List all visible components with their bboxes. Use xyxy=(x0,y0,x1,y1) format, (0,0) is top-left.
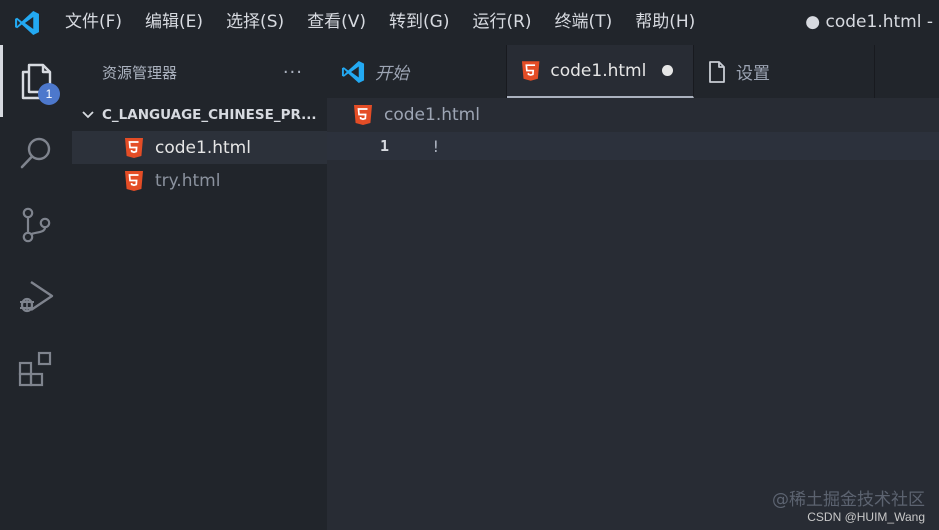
watermark-juejin: @稀土掘金技术社区 xyxy=(772,490,925,510)
tab-label: 开始 xyxy=(375,64,409,84)
sidebar-title: 资源管理器 xyxy=(102,63,178,82)
folder-name: C_LANGUAGE_CHINESE_PR... xyxy=(102,107,317,123)
menu-run[interactable]: 运行(R) xyxy=(461,0,543,45)
html5-icon xyxy=(521,60,540,81)
breadcrumb: code1.html xyxy=(327,98,939,132)
tab-bar: 开始 code1.html 设置 xyxy=(327,45,939,98)
sidebar-header: 资源管理器 ··· xyxy=(72,45,327,99)
active-indicator xyxy=(0,45,3,117)
menu-go[interactable]: 转到(G) xyxy=(378,0,461,45)
unsaved-dot-icon[interactable] xyxy=(662,65,673,76)
menu-file[interactable]: 文件(F) xyxy=(54,0,134,45)
tab-welcome[interactable]: 开始 xyxy=(327,45,507,98)
title-bar: 文件(F) 编辑(E) 选择(S) 查看(V) 转到(G) 运行(R) 终端(T… xyxy=(0,0,939,45)
html5-icon xyxy=(125,137,143,158)
watermark-csdn: CSDN @HUIM_Wang xyxy=(807,510,925,524)
search-icon xyxy=(20,137,51,169)
tab-settings[interactable]: 设置 xyxy=(694,45,875,98)
extensions-button[interactable] xyxy=(0,333,72,405)
file-item-code1[interactable]: code1.html xyxy=(72,131,327,164)
tab-label: code1.html xyxy=(550,60,647,81)
window-title: ● code1.html - xyxy=(805,12,933,32)
explorer-sidebar: 资源管理器 ··· C_LANGUAGE_CHINESE_PR... code1… xyxy=(72,45,327,530)
vscode-logo-icon xyxy=(0,0,54,45)
menu-selection[interactable]: 选择(S) xyxy=(215,0,296,45)
watermark: @稀土掘金技术社区 CSDN @HUIM_Wang xyxy=(772,485,925,524)
menu-bar: 文件(F) 编辑(E) 选择(S) 查看(V) 转到(G) 运行(R) 终端(T… xyxy=(54,0,707,45)
line-number: 1 xyxy=(379,137,389,155)
file-name: code1.html xyxy=(155,137,251,158)
search-button[interactable] xyxy=(0,117,72,189)
code-line[interactable]: 1 ! xyxy=(327,132,939,160)
html5-icon xyxy=(125,170,143,191)
vscode-logo-icon xyxy=(341,60,365,83)
tab-label: 设置 xyxy=(736,64,770,84)
explorer-badge: 1 xyxy=(38,83,60,105)
activity-bar: 1 xyxy=(0,45,72,530)
file-icon xyxy=(709,60,725,83)
menu-view[interactable]: 查看(V) xyxy=(296,0,378,45)
source-control-button[interactable] xyxy=(0,189,72,261)
run-debug-icon xyxy=(20,281,54,313)
editor-area: 开始 code1.html 设置 code1.html 1 ! xyxy=(327,45,939,530)
breadcrumb-file[interactable]: code1.html xyxy=(384,105,480,125)
code-text[interactable]: ! xyxy=(431,137,441,156)
chevron-down-icon xyxy=(82,111,94,119)
extensions-icon xyxy=(18,351,52,387)
menu-terminal[interactable]: 终端(T) xyxy=(544,0,625,45)
file-name: try.html xyxy=(155,170,221,191)
explorer-button[interactable]: 1 xyxy=(0,45,72,117)
run-debug-button[interactable] xyxy=(0,261,72,333)
html5-icon xyxy=(354,105,372,125)
tab-code1[interactable]: code1.html xyxy=(507,45,694,98)
more-actions-button[interactable]: ··· xyxy=(283,62,303,83)
menu-edit[interactable]: 编辑(E) xyxy=(134,0,215,45)
file-item-try[interactable]: try.html xyxy=(72,164,327,197)
source-control-icon xyxy=(22,207,51,243)
menu-help[interactable]: 帮助(H) xyxy=(624,0,707,45)
folder-row[interactable]: C_LANGUAGE_CHINESE_PR... xyxy=(72,99,327,131)
